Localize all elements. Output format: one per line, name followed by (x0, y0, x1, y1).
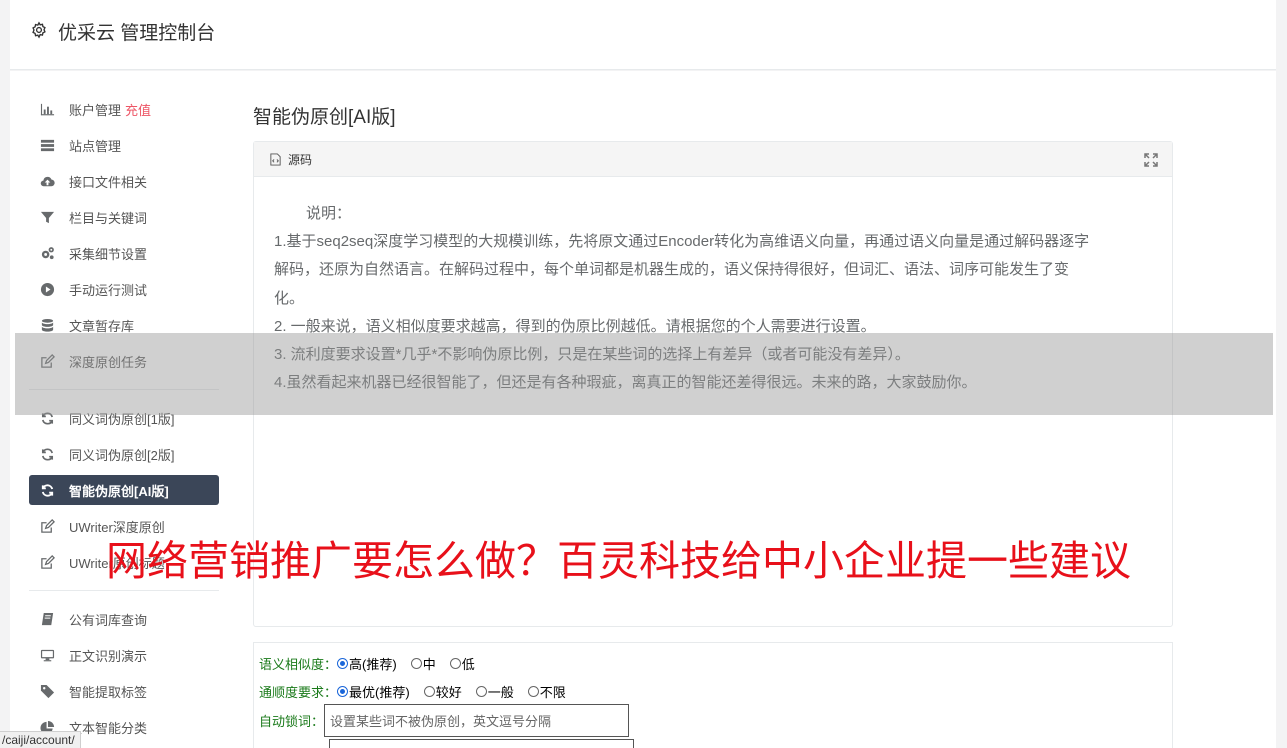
description-line: 1.基于seq2seq深度学习模型的大规模训练，先将原文通过Encoder转化为… (274, 233, 1090, 251)
panel-header: 源码 (254, 142, 1172, 177)
lock-words-input[interactable]: 设置某些词不被伪原创，英文逗号分隔 (324, 704, 630, 737)
sidebar-item-label: 智能提取标签 (69, 684, 148, 700)
sidebar-item-label: 采集细节设置 (69, 246, 148, 262)
lock-words-label: 自动锁词： (259, 714, 325, 729)
bar-chart-icon (39, 101, 55, 117)
sidebar-item-label: 栏目与关键词 (69, 210, 148, 226)
edit-icon (39, 554, 55, 570)
monitor-icon (39, 647, 55, 663)
similarity-high-radio[interactable]: 高(推荐) (337, 654, 397, 673)
sidebar-item-account[interactable]: 账户管理 充值 (29, 94, 219, 124)
sidebar-item-label: 手动运行测试 (69, 282, 148, 298)
server-list-icon (39, 137, 55, 153)
sidebar-item-label: 同义词伪原创[2版] (69, 447, 175, 463)
overlay-band (15, 333, 1273, 415)
cloud-upload-icon (39, 173, 55, 189)
similarity-row: 语义相似度： 高(推荐) 中 低 (259, 654, 489, 673)
panel-header-label: 源码 (288, 152, 313, 167)
lock-words-row: 自动锁词： 设置某些词不被伪原创，英文逗号分隔 (259, 704, 630, 737)
sidebar-item-collect-settings[interactable]: 采集细节设置 (29, 238, 219, 268)
sidebar-item-label: 文章暂存库 (69, 318, 135, 334)
play-circle-icon (39, 281, 55, 297)
sidebar-item-text-recognition[interactable]: 正文识别演示 (29, 640, 219, 670)
edit-icon (39, 518, 55, 534)
fluency-row: 通顺度要求： 最优(推荐) 较好 一般 不限 (259, 682, 580, 701)
refresh-icon (39, 446, 55, 462)
tag-icon (39, 683, 55, 699)
sidebar-item-label: 账户管理 (69, 102, 122, 118)
page-header-title: 优采云 管理控制台 (58, 23, 216, 44)
sidebar-divider (29, 590, 219, 591)
status-bar-url: /caiji/account/ (0, 731, 81, 748)
similarity-medium-radio[interactable]: 中 (410, 654, 436, 673)
similarity-low-radio[interactable]: 低 (449, 654, 475, 673)
content-title: 智能伪原创[AI版] (253, 107, 396, 128)
settings-form: 语义相似度： 高(推荐) 中 低 通顺度要求： 最优(推荐) 较好 一般 不限 … (253, 642, 1173, 748)
cogs-icon (39, 245, 55, 261)
refresh-icon (39, 482, 55, 498)
sidebar-item-ai-spinner[interactable]: 智能伪原创[AI版] (29, 475, 219, 505)
sidebar-item-sites[interactable]: 站点管理 (29, 130, 219, 160)
filter-icon (39, 209, 55, 225)
fluency-label: 通顺度要求： (259, 685, 338, 700)
sidebar-item-label: 站点管理 (69, 138, 122, 154)
gear-icon[interactable] (30, 21, 48, 39)
fluency-good-radio[interactable]: 较好 (423, 682, 462, 701)
recharge-link[interactable]: 充值 (125, 100, 151, 119)
sidebar-item-synonym-v2[interactable]: 同义词伪原创[2版] (29, 439, 219, 469)
sidebar-item-label: 公有词库查询 (69, 612, 148, 628)
sidebar-item-label: 智能伪原创[AI版] (69, 483, 169, 499)
fluency-unlimited-radio[interactable]: 不限 (527, 682, 566, 701)
sidebar-item-public-dictionary[interactable]: 公有词库查询 (29, 604, 219, 634)
top-header: 优采云 管理控制台 (10, 0, 1276, 70)
sidebar-item-columns-keywords[interactable]: 栏目与关键词 (29, 202, 219, 232)
expand-icon[interactable] (1144, 153, 1158, 167)
fluency-normal-radio[interactable]: 一般 (475, 682, 514, 701)
file-code-icon (270, 152, 281, 166)
book-icon (39, 611, 55, 627)
sidebar-item-label: 接口文件相关 (69, 174, 148, 190)
watermark-title: 网络营销推广要怎么做？百灵科技给中小企业提一些建议 (106, 537, 1131, 585)
article-input[interactable] (329, 739, 634, 748)
sidebar-item-label: 正文识别演示 (69, 648, 148, 664)
similarity-label: 语义相似度： (259, 657, 338, 672)
description-line: 化。 (274, 289, 305, 307)
description-lead: 说明： (306, 205, 352, 222)
database-icon (39, 317, 55, 333)
sidebar-item-tag-extraction[interactable]: 智能提取标签 (29, 676, 219, 706)
description-line: 解码，还原为自然语言。在解码过程中，每个单词都是机器生成的，语义保持得很好，但词… (274, 261, 1070, 279)
fluency-best-radio[interactable]: 最优(推荐) (337, 682, 410, 701)
sidebar-item-interface-files[interactable]: 接口文件相关 (29, 166, 219, 196)
sidebar-item-manual-run[interactable]: 手动运行测试 (29, 274, 219, 304)
